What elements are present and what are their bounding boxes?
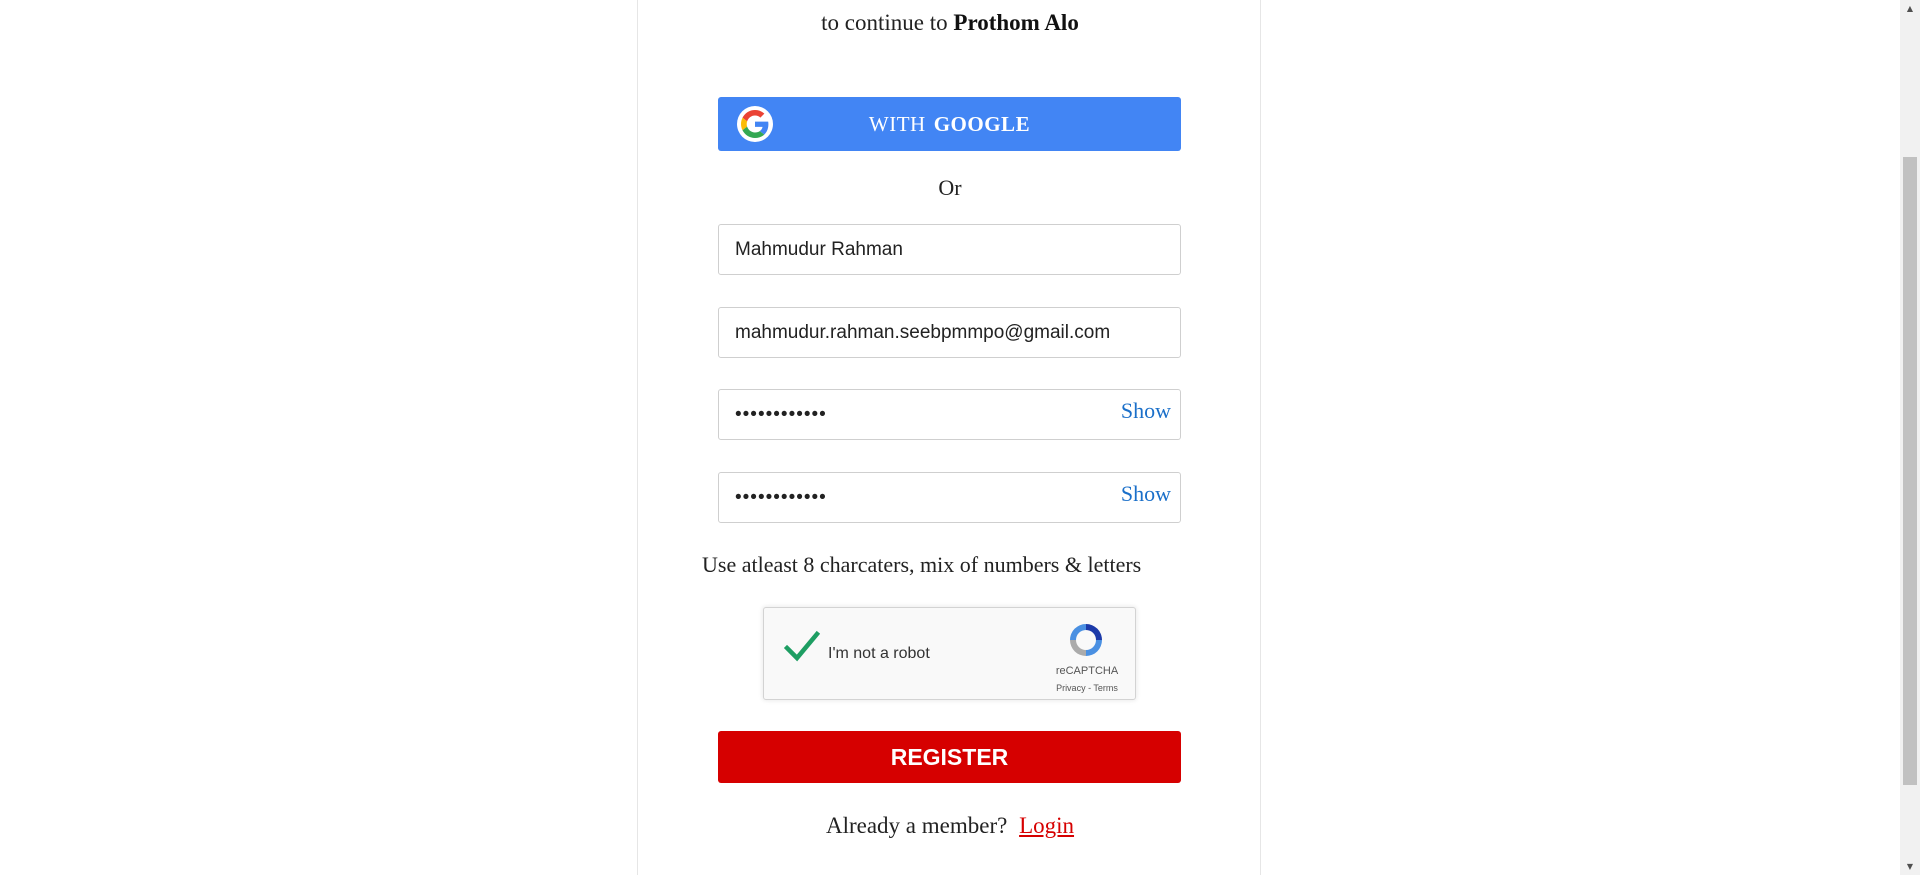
page-subtitle: to continue to Prothom Alo [638,10,1262,36]
email-field[interactable] [718,307,1181,358]
scrollbar-thumb[interactable] [1903,157,1917,785]
google-button-brand: GOOGLE [933,111,1031,136]
google-g-icon [737,106,773,142]
login-prompt: Already a member? Login [638,813,1262,839]
recaptcha-terms-link[interactable]: Terms [1093,683,1118,693]
confirm-password-input[interactable] [735,473,1115,522]
register-card: to continue to Prothom Alo WITH GOOGLE O… [637,0,1261,875]
scroll-down-arrow-icon[interactable]: ▼ [1900,858,1920,875]
recaptcha-widget: I'm not a robot reCAPTCHA Privacy - Term… [763,607,1136,700]
login-link[interactable]: Login [1019,813,1074,838]
recaptcha-logo-icon [1066,620,1106,660]
member-text: Already a member? [825,813,1008,838]
subtitle-prefix: to continue to [821,10,948,35]
google-button-prefix: WITH [868,111,926,136]
password-input[interactable] [735,390,1115,439]
name-field[interactable] [718,224,1181,275]
recaptcha-label: I'm not a robot [828,645,930,662]
google-signin-button[interactable]: WITH GOOGLE [718,97,1181,151]
show-confirm-password-toggle[interactable]: Show [1121,481,1171,507]
name-input[interactable] [735,225,1115,274]
recaptcha-brand: reCAPTCHA [1055,665,1119,677]
vertical-scrollbar[interactable]: ▲ ▼ [1900,0,1920,875]
password-hint: Use atleast 8 charcaters, mix of numbers… [702,552,1142,577]
scroll-up-arrow-icon[interactable]: ▲ [1900,0,1920,17]
recaptcha-checkmark-icon[interactable] [783,630,821,664]
password-field[interactable]: Show [718,389,1181,440]
register-button[interactable]: REGISTER [718,731,1181,783]
page: to continue to Prothom Alo WITH GOOGLE O… [0,0,1920,875]
confirm-password-field[interactable]: Show [718,472,1181,523]
recaptcha-privacy-link[interactable]: Privacy [1056,683,1086,693]
email-input[interactable] [735,308,1115,357]
or-separator: Or [938,175,962,200]
show-password-toggle[interactable]: Show [1121,398,1171,424]
brand-name: Prothom Alo [953,10,1079,35]
recaptcha-links: Privacy - Terms [1040,683,1134,693]
